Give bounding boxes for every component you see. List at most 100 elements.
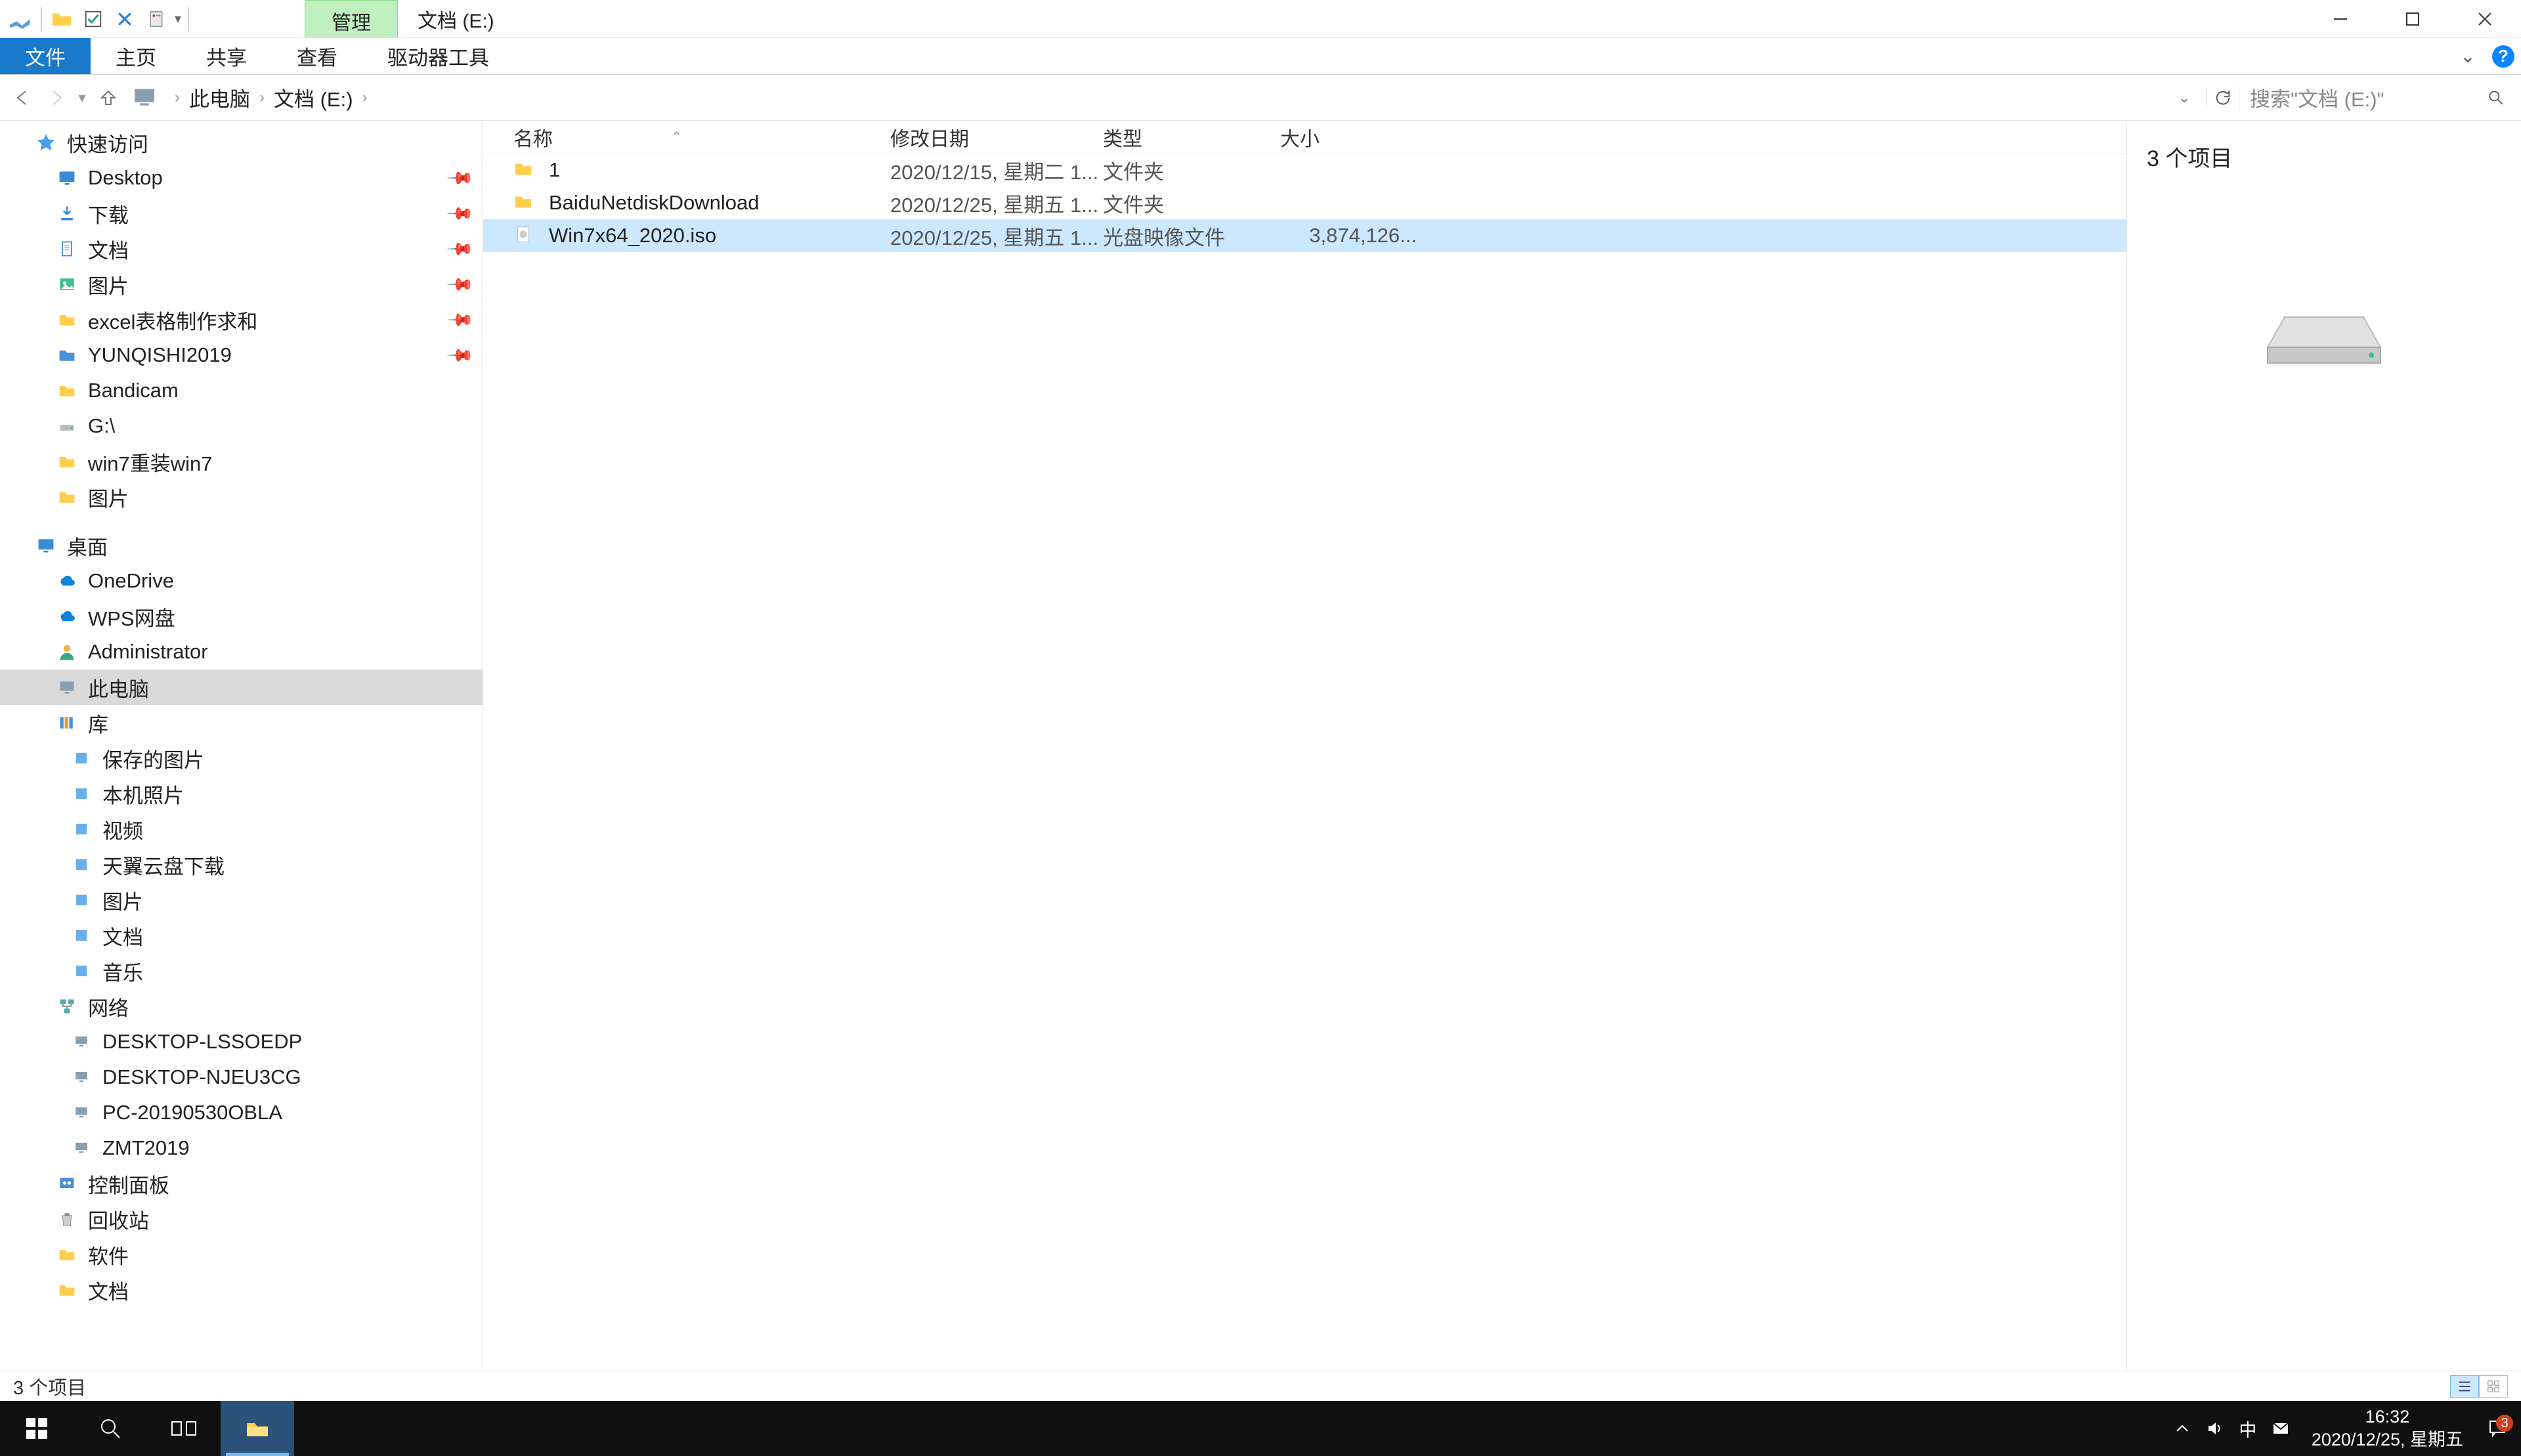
file-list[interactable]: 名称⌃ 修改日期 类型 大小 1 2020/12/15, 星期二 1... 文件… bbox=[483, 121, 2127, 1371]
navigation-pane[interactable]: 快速访问 Desktop 📌 下载 📌 文档 📌 图片 📌 excel表格制作求… bbox=[0, 121, 483, 1371]
volume-icon[interactable] bbox=[2199, 1420, 2231, 1437]
file-row[interactable]: 1 2020/12/15, 星期二 1... 文件夹 bbox=[483, 154, 2126, 186]
file-name: BaiduNetdiskDownload bbox=[549, 191, 890, 215]
clock[interactable]: 16:32 2020/12/25, 星期五 bbox=[2297, 1405, 2478, 1451]
nav-label: win7重装win7 bbox=[88, 447, 213, 477]
tab-view[interactable]: 查看 bbox=[272, 38, 362, 74]
folder-icon[interactable] bbox=[46, 3, 77, 35]
details-view-icon[interactable] bbox=[2450, 1375, 2479, 1398]
nav-library-item[interactable]: 文档 bbox=[0, 918, 483, 953]
nav-qa-item[interactable]: Bandicam bbox=[0, 373, 483, 408]
nav-library-item[interactable]: 天翼云盘下载 bbox=[0, 847, 483, 882]
folder-icon bbox=[55, 1278, 79, 1302]
nav-network-item[interactable]: DESKTOP-NJEU3CG bbox=[0, 1060, 483, 1095]
nav-desktop[interactable]: 桌面 bbox=[0, 528, 483, 563]
nav-label: excel表格制作求和 bbox=[88, 305, 257, 335]
breadcrumb[interactable]: › 此电脑 › 文档 (E:) › bbox=[125, 83, 2168, 112]
ime-indicator[interactable]: 中 bbox=[2231, 1416, 2264, 1442]
nav-library-item[interactable]: 音乐 bbox=[0, 953, 483, 989]
title-bar: ▾ 管理 文档 (E:) bbox=[0, 0, 2521, 38]
nav-administrator[interactable]: Administrator bbox=[0, 634, 483, 670]
start-button[interactable] bbox=[0, 1401, 74, 1456]
nav-library-item[interactable]: 本机照片 bbox=[0, 776, 483, 811]
action-center-icon[interactable]: 3 bbox=[2478, 1419, 2517, 1438]
nav-qa-item[interactable]: 下载 📌 bbox=[0, 196, 483, 231]
tab-file[interactable]: 文件 bbox=[0, 38, 91, 74]
close-blue-icon[interactable] bbox=[109, 3, 140, 35]
address-dropdown-icon[interactable]: ⌄ bbox=[2168, 89, 2201, 106]
recent-dropdown-icon[interactable]: ▾ bbox=[72, 81, 92, 114]
file-type: 文件夹 bbox=[1103, 156, 1280, 185]
file-row[interactable]: Win7x64_2020.iso 2020/12/25, 星期五 1... 光盘… bbox=[483, 219, 2126, 252]
breadcrumb-separator-icon[interactable]: › bbox=[165, 89, 189, 107]
nav-libraries[interactable]: 库 bbox=[0, 705, 483, 740]
tab-home[interactable]: 主页 bbox=[91, 38, 181, 74]
breadcrumb-separator-icon[interactable]: › bbox=[250, 89, 274, 107]
expand-ribbon-icon[interactable]: ⌄ bbox=[2450, 38, 2486, 74]
nav-label: WPS网盘 bbox=[88, 602, 175, 632]
nav-qa-item[interactable]: excel表格制作求和 📌 bbox=[0, 302, 483, 337]
tab-drive-tools[interactable]: 驱动器工具 bbox=[362, 38, 514, 74]
explorer-taskbar-button[interactable] bbox=[221, 1401, 294, 1456]
nav-recycle-bin[interactable]: 回收站 bbox=[0, 1201, 483, 1237]
column-headers[interactable]: 名称⌃ 修改日期 类型 大小 bbox=[483, 121, 2126, 154]
nav-software[interactable]: 软件 bbox=[0, 1237, 483, 1272]
nav-qa-item[interactable]: 图片 bbox=[0, 479, 483, 515]
tray-chevron-up-icon[interactable] bbox=[2166, 1421, 2199, 1436]
refresh-icon[interactable] bbox=[2206, 88, 2239, 108]
search-input[interactable]: 搜索"文档 (E:)" bbox=[2239, 83, 2514, 112]
nav-control-panel[interactable]: 控制面板 bbox=[0, 1166, 483, 1201]
nav-library-item[interactable]: 图片 bbox=[0, 882, 483, 918]
close-button[interactable] bbox=[2449, 0, 2521, 37]
qat-dropdown-icon[interactable]: ▾ bbox=[172, 11, 184, 27]
nav-network-item[interactable]: PC-20190530OBLA bbox=[0, 1095, 483, 1130]
breadcrumb-drive[interactable]: 文档 (E:) bbox=[274, 83, 353, 112]
system-tray: 中 16:32 2020/12/25, 星期五 3 bbox=[2166, 1405, 2521, 1451]
nav-label: 图片 bbox=[88, 482, 129, 512]
nav-this-pc[interactable]: 此电脑 bbox=[0, 670, 483, 705]
nav-qa-item[interactable]: 文档 📌 bbox=[0, 231, 483, 267]
file-name: 1 bbox=[549, 158, 890, 182]
back-button[interactable] bbox=[7, 81, 39, 114]
checkbox-icon[interactable] bbox=[77, 3, 109, 35]
nav-network-item[interactable]: DESKTOP-LSSOEDP bbox=[0, 1024, 483, 1060]
properties-icon[interactable] bbox=[140, 3, 172, 35]
pin-icon: 📌 bbox=[445, 270, 475, 299]
nav-onedrive[interactable]: OneDrive bbox=[0, 563, 483, 599]
column-type[interactable]: 类型 bbox=[1103, 123, 1280, 152]
forward-button[interactable] bbox=[39, 81, 72, 114]
status-text: 3 个项目 bbox=[13, 1373, 86, 1400]
nav-qa-item[interactable]: Desktop 📌 bbox=[0, 160, 483, 196]
nav-library-item[interactable]: 保存的图片 bbox=[0, 740, 483, 776]
tab-share[interactable]: 共享 bbox=[181, 38, 272, 74]
column-date[interactable]: 修改日期 bbox=[890, 123, 1103, 152]
manage-contextual-tab[interactable]: 管理 bbox=[305, 0, 398, 37]
search-button[interactable] bbox=[74, 1401, 147, 1456]
breadcrumb-separator-icon[interactable]: › bbox=[353, 89, 377, 107]
minimize-button[interactable] bbox=[2304, 0, 2377, 37]
up-button[interactable] bbox=[92, 81, 125, 114]
nav-qa-item[interactable]: G:\ bbox=[0, 408, 483, 444]
nav-qa-item[interactable]: 图片 📌 bbox=[0, 267, 483, 302]
taskbar: 中 16:32 2020/12/25, 星期五 3 bbox=[0, 1401, 2521, 1456]
nav-network[interactable]: 网络 bbox=[0, 989, 483, 1024]
nav-qa-item[interactable]: YUNQISHI2019 📌 bbox=[0, 337, 483, 373]
maximize-button[interactable] bbox=[2377, 0, 2449, 37]
column-name[interactable]: 名称⌃ bbox=[513, 123, 890, 152]
nav-wps[interactable]: WPS网盘 bbox=[0, 599, 483, 634]
help-icon[interactable]: ? bbox=[2486, 38, 2521, 74]
task-view-button[interactable] bbox=[147, 1401, 221, 1456]
folder-icon bbox=[55, 1243, 79, 1266]
search-icon[interactable] bbox=[2487, 89, 2514, 107]
nav-quick-access[interactable]: 快速访问 bbox=[0, 125, 483, 160]
nav-library-item[interactable]: 视频 bbox=[0, 811, 483, 847]
nav-label: 快速访问 bbox=[67, 128, 148, 158]
mail-icon[interactable] bbox=[2264, 1419, 2297, 1438]
thumbnails-view-icon[interactable] bbox=[2479, 1375, 2508, 1398]
nav-network-item[interactable]: ZMT2019 bbox=[0, 1130, 483, 1166]
nav-documents[interactable]: 文档 bbox=[0, 1272, 483, 1308]
nav-qa-item[interactable]: win7重装win7 bbox=[0, 444, 483, 479]
column-size[interactable]: 大小 bbox=[1280, 123, 1425, 152]
file-row[interactable]: BaiduNetdiskDownload 2020/12/25, 星期五 1..… bbox=[483, 186, 2126, 219]
breadcrumb-this-pc[interactable]: 此电脑 bbox=[189, 83, 250, 112]
